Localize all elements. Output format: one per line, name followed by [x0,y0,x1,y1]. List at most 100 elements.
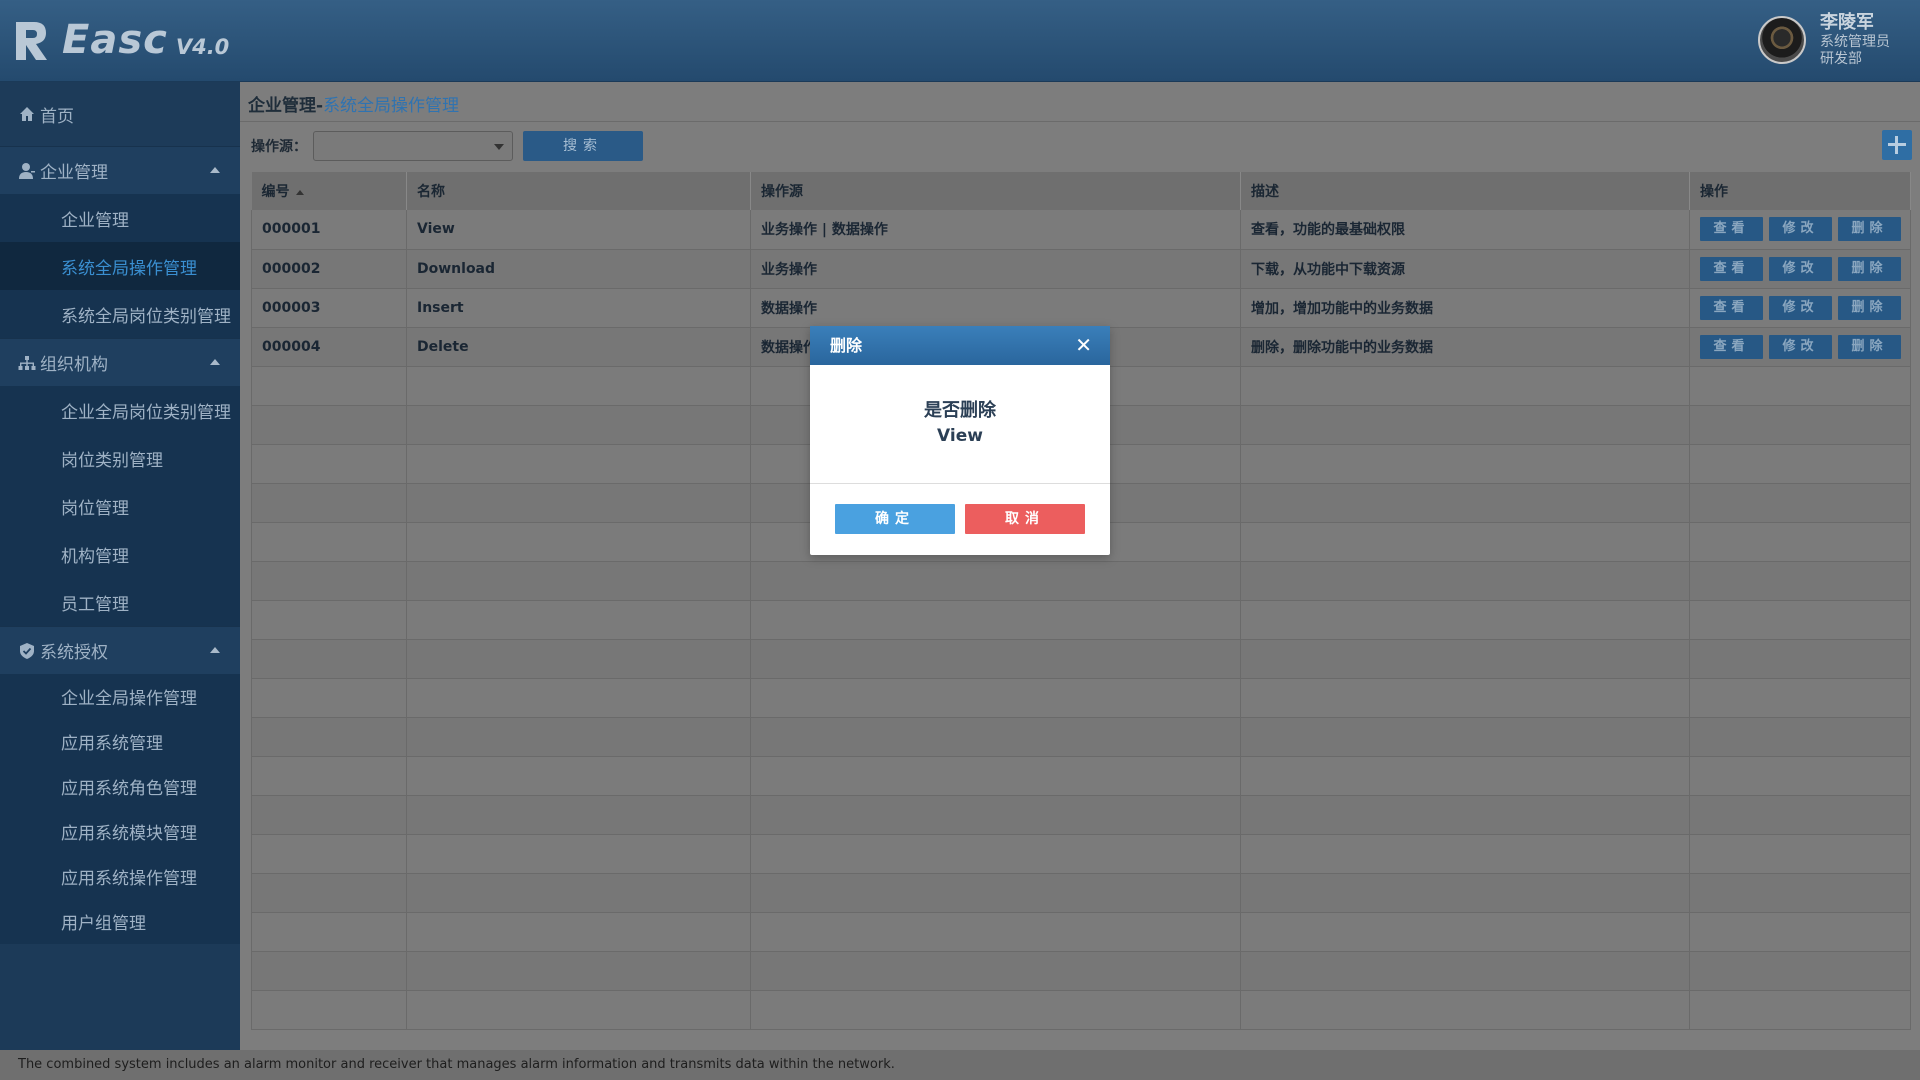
view-button[interactable]: 查看 [1700,295,1763,320]
edit-button[interactable]: 修改 [1769,295,1832,320]
sidebar-item-app-role[interactable]: 应用系统角色管理 [0,764,240,809]
sidebar-item-label: 首页 [40,106,74,127]
sidebar-item-enterprise-operations[interactable]: 企业全局操作管理 [0,674,240,719]
empty-cell [251,678,407,718]
sidebar-item-label: 机构管理 [61,546,129,567]
empty-cell [1689,678,1911,718]
sidebar-item-label: 企业全局操作管理 [61,689,197,709]
sidebar-group-authorization[interactable]: 系统授权 [0,626,240,674]
avatar[interactable] [1758,16,1806,64]
sidebar-item-app-operation[interactable]: 应用系统操作管理 [0,854,240,899]
sidebar-item-label: 企业全局岗位类别管理 [61,402,231,423]
sidebar-item-label: 应用系统操作管理 [61,869,197,889]
cell-source: 数据操作 [750,288,1241,328]
sidebar-item-global-post-category[interactable]: 系统全局岗位类别管理 [0,290,240,338]
sidebar-group-label: 系统授权 [40,643,108,663]
empty-cell [1689,483,1911,523]
home-icon [18,105,36,123]
empty-cell [251,483,407,523]
empty-cell [406,795,751,835]
table-row[interactable]: 000001 View 业务操作 | 数据操作 查看，功能的最基础权限 查看 修改 删除 [251,210,1911,250]
delete-button[interactable]: 删除 [1838,334,1901,359]
sort-ascending-icon[interactable] [295,189,304,195]
sidebar-item-post[interactable]: 岗位管理 [0,482,240,530]
cell-description: 增加，增加功能中的业务数据 [1240,288,1690,328]
sidebar-item-user-group[interactable]: 用户组管理 [0,899,240,944]
empty-cell [406,483,751,523]
empty-cell [1689,444,1911,484]
dialog-body: 是否删除 View [810,365,1110,484]
user-profile[interactable]: 李陵军 系统管理员 研发部 [1758,12,1890,68]
sidebar-item-institution[interactable]: 机构管理 [0,530,240,578]
table-row-empty [251,990,1911,1030]
sidebar-item-post-category[interactable]: 岗位类别管理 [0,434,240,482]
empty-cell [750,912,1241,952]
column-header-name[interactable]: 名称 [406,172,751,210]
sidebar-item-global-operations[interactable]: 系统全局操作管理 [0,242,240,290]
sidebar-item-app-system[interactable]: 应用系统管理 [0,719,240,764]
edit-button[interactable]: 修改 [1769,334,1832,359]
sidebar-item-label: 应用系统管理 [61,734,163,754]
empty-cell [251,405,407,445]
empty-cell [406,717,751,757]
dialog-title: 删除 [830,336,863,355]
filter-bar: 操作源： 搜索 [251,131,643,161]
search-button[interactable]: 搜索 [523,131,643,161]
edit-button[interactable]: 修改 [1769,256,1832,281]
view-button[interactable]: 查看 [1700,334,1763,359]
app-logo: Easc V4.0 [14,18,229,62]
empty-cell [1240,873,1690,913]
confirm-button[interactable]: 确定 [835,504,955,534]
delete-button[interactable]: 删除 [1838,217,1901,242]
chevron-down-icon [494,144,504,150]
cancel-button[interactable]: 取消 [965,504,1085,534]
cell-actions: 查看 修改 删除 [1689,327,1911,367]
empty-cell [750,678,1241,718]
sidebar-item-home[interactable]: 首页 [0,82,240,146]
column-header-id[interactable]: 编号 [251,172,407,210]
column-header-source[interactable]: 操作源 [750,172,1241,210]
cell-name: Download [406,249,751,289]
sidebar-item-label: 系统全局岗位类别管理 [61,306,231,327]
sidebar: 首页 企业管理 企业管理 系统全局操作管理 系统全局岗位类别管理 组织机构 企业… [0,82,240,1050]
empty-cell [1240,444,1690,484]
table-row-empty [251,600,1911,640]
table-row[interactable]: 000003 Insert 数据操作 增加，增加功能中的业务数据 查看 修改 删除 [251,288,1911,328]
empty-cell [251,600,407,640]
breadcrumb-parent[interactable]: 企业管理- [248,96,323,116]
empty-cell [1689,600,1911,640]
cell-id: 000004 [251,327,407,367]
user-role: 系统管理员 [1820,34,1890,50]
cell-description: 删除，删除功能中的业务数据 [1240,327,1690,367]
sidebar-item-enterprise-post-category[interactable]: 企业全局岗位类别管理 [0,386,240,434]
cell-actions: 查看 修改 删除 [1689,249,1911,289]
empty-cell [406,990,751,1030]
empty-cell [406,405,751,445]
empty-cell [1689,951,1911,991]
sidebar-item-app-module[interactable]: 应用系统模块管理 [0,809,240,854]
empty-cell [406,366,751,406]
row-actions: 查看 修改 删除 [1700,334,1910,359]
status-bar: The combined system includes an alarm mo… [0,1050,1920,1080]
empty-cell [1240,912,1690,952]
delete-button[interactable]: 删除 [1838,256,1901,281]
add-button[interactable] [1882,130,1912,160]
delete-button[interactable]: 删除 [1838,295,1901,320]
sidebar-group-organization[interactable]: 组织机构 [0,338,240,386]
empty-cell [750,951,1241,991]
sidebar-group-label: 组织机构 [40,355,108,375]
sidebar-group-enterprise[interactable]: 企业管理 [0,146,240,194]
sidebar-item-enterprise-manage[interactable]: 企业管理 [0,194,240,242]
table-row[interactable]: 000002 Download 业务操作 下载，从功能中下载资源 查看 修改 删除 [251,249,1911,289]
sidebar-item-employee[interactable]: 员工管理 [0,578,240,626]
view-button[interactable]: 查看 [1700,217,1763,242]
view-button[interactable]: 查看 [1700,256,1763,281]
close-icon[interactable]: ✕ [1075,326,1092,365]
column-header-description[interactable]: 描述 [1240,172,1690,210]
edit-button[interactable]: 修改 [1769,217,1832,242]
logo-version: V4.0 [175,35,230,59]
source-select[interactable] [313,131,513,161]
cell-source: 业务操作 [750,249,1241,289]
row-actions: 查看 修改 删除 [1700,217,1910,242]
source-filter-label: 操作源： [251,139,307,155]
